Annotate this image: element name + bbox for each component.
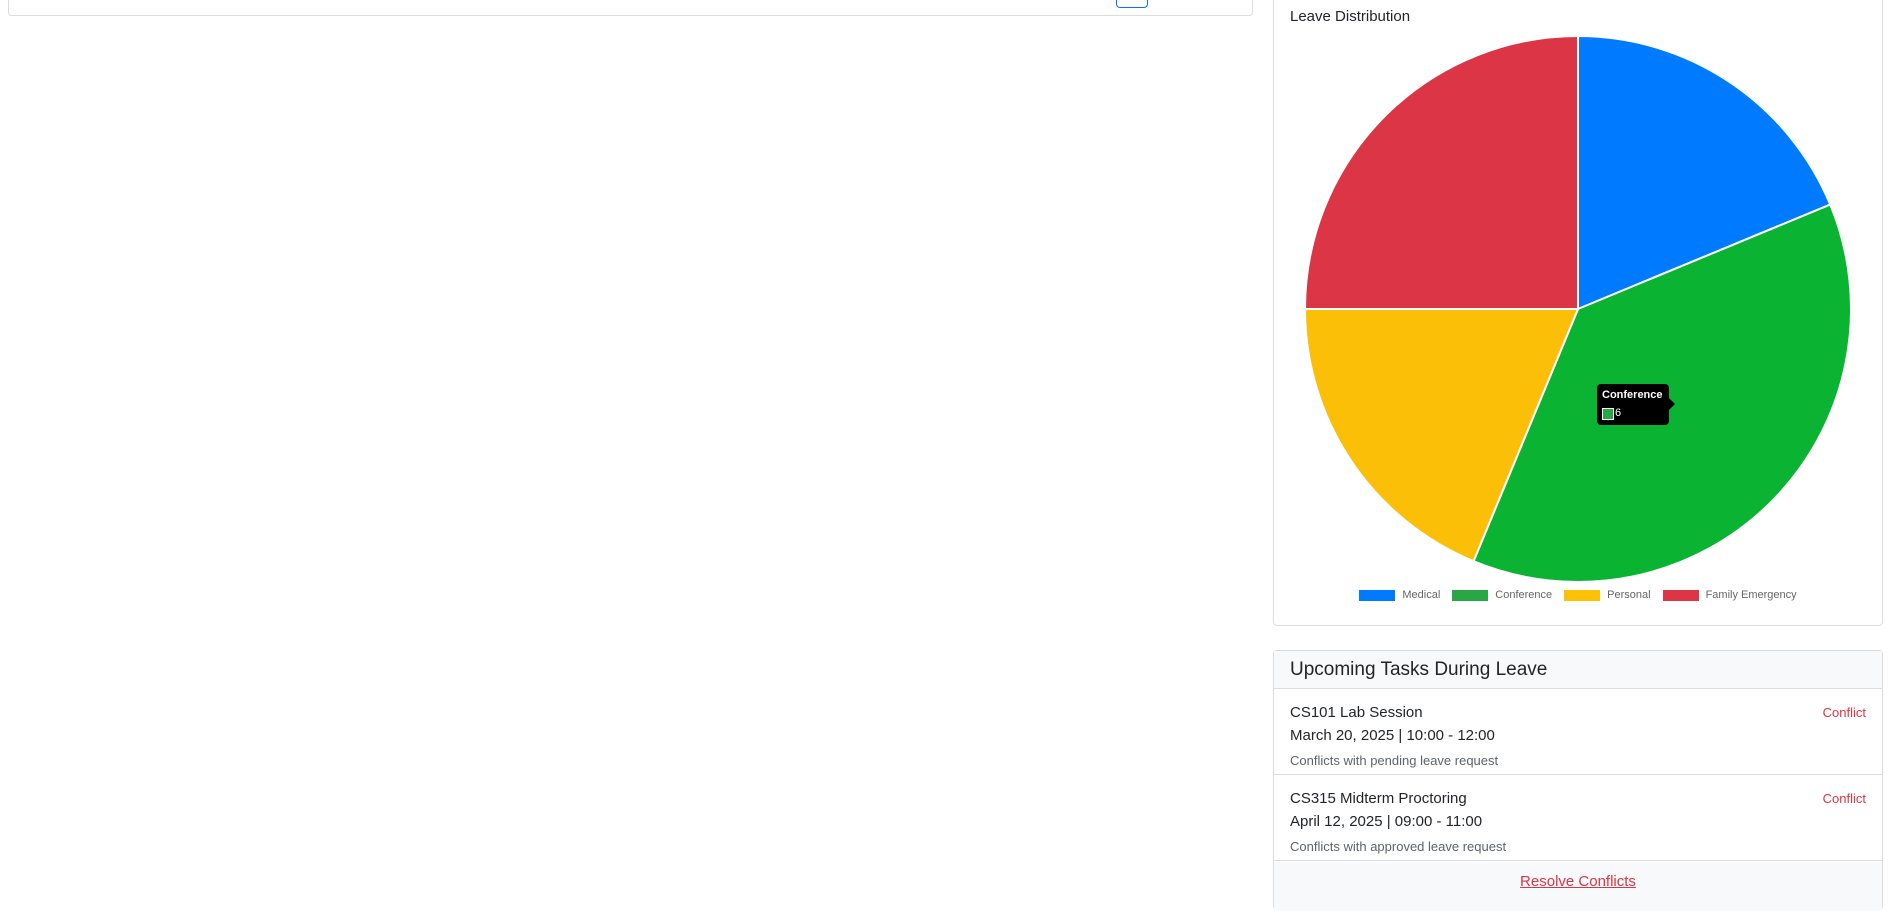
legend-item[interactable]: Conference	[1452, 589, 1552, 601]
legend-item[interactable]: Medical	[1359, 589, 1440, 601]
legend-swatch	[1359, 589, 1396, 601]
legend-label: Conference	[1495, 589, 1553, 601]
leave-distribution-card: Leave Distribution Conference 6 Medical C…	[1273, 0, 1883, 626]
tasks-header: Upcoming Tasks During Leave	[1274, 651, 1882, 689]
legend-label: Medical	[1402, 589, 1441, 601]
task-time: April 12, 2025 | 09:00 - 11:00	[1290, 813, 1483, 830]
task-name: CS101 Lab Session	[1290, 704, 1423, 721]
tooltip-value: 6	[1615, 407, 1622, 419]
partial-button[interactable]	[1116, 0, 1148, 8]
top-left-card	[8, 0, 1253, 16]
conflict-badge: Conflict	[1822, 791, 1866, 806]
chart-tooltip: Conference 6	[1597, 384, 1675, 425]
legend-label: Family Emergency	[1705, 589, 1797, 601]
task-name: CS315 Midterm Proctoring	[1290, 790, 1467, 807]
task-note: Conflicts with approved leave request	[1290, 839, 1507, 854]
task-item[interactable]: CS315 Midterm Proctoring Conflict April …	[1274, 775, 1882, 861]
legend-swatch	[1564, 589, 1601, 601]
tasks-footer: Resolve Conflicts	[1274, 862, 1882, 911]
legend-label: Personal	[1607, 589, 1651, 601]
upcoming-tasks-card: Upcoming Tasks During Leave CS101 Lab Se…	[1273, 650, 1883, 911]
legend-item[interactable]: Personal	[1564, 589, 1651, 601]
task-note: Conflicts with pending leave request	[1290, 753, 1499, 768]
tooltip-color-swatch	[1602, 408, 1614, 420]
legend-item[interactable]: Family Emergency	[1662, 589, 1797, 601]
pie-slice-family-emergency[interactable]	[1303, 34, 1579, 310]
legend-swatch	[1662, 589, 1699, 601]
task-time: March 20, 2025 | 10:00 - 12:00	[1290, 727, 1495, 744]
chart-legend: Medical Conference Personal Family Emergenc…	[1274, 589, 1882, 601]
conflict-badge: Conflict	[1822, 705, 1866, 720]
task-item[interactable]: CS101 Lab Session Conflict March 20, 202…	[1274, 689, 1882, 775]
leave-pie-chart[interactable]	[1274, 0, 1884, 627]
tooltip-title: Conference	[1602, 389, 1663, 401]
resolve-conflicts-link[interactable]: Resolve Conflicts	[1520, 873, 1636, 890]
legend-swatch	[1452, 589, 1489, 601]
